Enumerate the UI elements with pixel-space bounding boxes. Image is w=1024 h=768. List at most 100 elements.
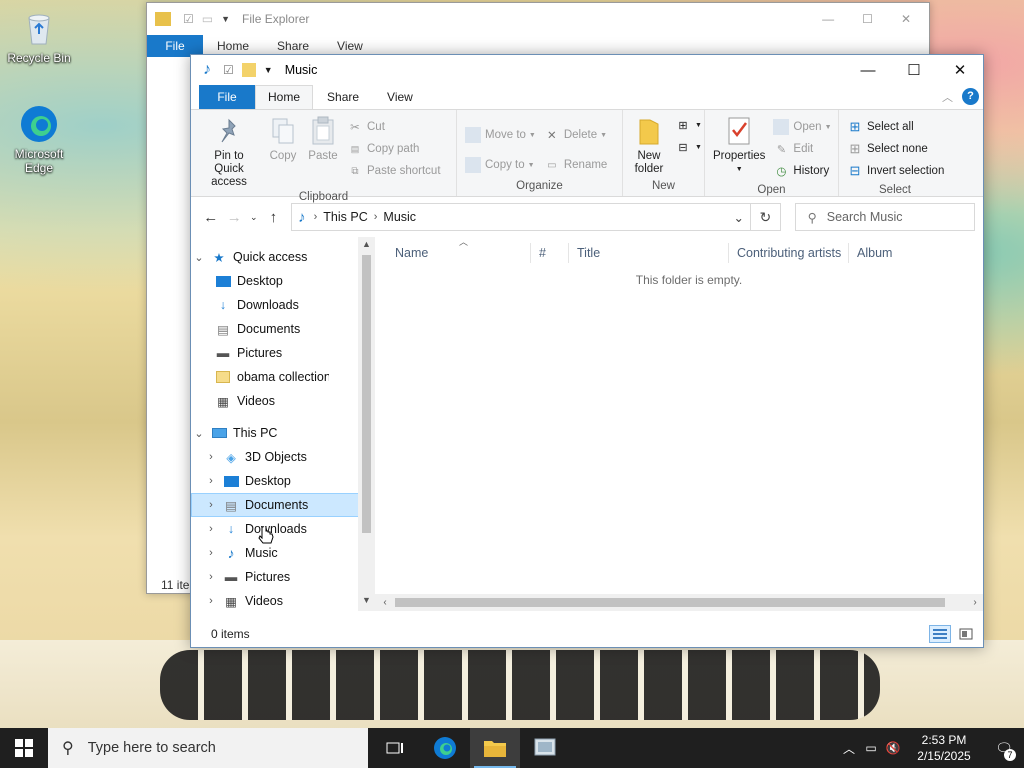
breadcrumb-this-pc[interactable]: This PC: [323, 210, 367, 224]
paste-shortcut-button[interactable]: ⧉ Paste shortcut: [343, 160, 445, 182]
nav-pc-videos[interactable]: › ▦ Videos: [191, 589, 374, 611]
chevron-right-icon[interactable]: ›: [203, 451, 219, 463]
nav-quick-access[interactable]: ⌄ ★ Quick access: [191, 245, 374, 269]
details-view-icon[interactable]: [929, 625, 951, 643]
address-dropdown-icon[interactable]: ⌄: [726, 209, 750, 225]
nav-pc-3d-objects[interactable]: › ◈ 3D Objects: [191, 445, 374, 469]
open-button[interactable]: Open ▼: [769, 116, 835, 138]
column-contributing-artists[interactable]: Contributing artists: [729, 243, 849, 263]
column-title[interactable]: Title: [569, 243, 729, 263]
select-all-button[interactable]: ⊞ Select all: [843, 116, 948, 138]
delete-button[interactable]: ✕ Delete ▼: [540, 124, 611, 146]
taskbar-search-input[interactable]: ⚲ Type here to search: [48, 728, 368, 768]
minimize-icon[interactable]: —: [822, 12, 834, 26]
chevron-right-icon[interactable]: ›: [203, 499, 219, 511]
new-item-button[interactable]: ⊞ ▼: [671, 114, 706, 136]
properties-quick-icon[interactable]: ☑: [223, 63, 234, 77]
copy-to-button[interactable]: Copy to ▼: [461, 154, 540, 176]
pin-quick-access-button[interactable]: Pin to Quick access: [195, 114, 263, 189]
new-folder-quick-icon[interactable]: [241, 63, 256, 77]
scroll-right-icon[interactable]: ›: [967, 594, 983, 611]
chevron-right-icon[interactable]: ›: [203, 475, 219, 487]
maximize-icon[interactable]: ☐: [862, 12, 873, 26]
desktop-icon-edge[interactable]: Microsoft Edge: [4, 104, 74, 175]
close-icon[interactable]: ✕: [901, 12, 911, 26]
nav-pc-music[interactable]: › ♪ Music: [191, 541, 374, 565]
customize-qat-icon[interactable]: ▼: [264, 65, 273, 75]
navigation-pane[interactable]: ⌄ ★ Quick access Desktop📌 ↓ Downloads📌 ▤…: [191, 237, 375, 611]
new-folder-button[interactable]: New folder: [627, 114, 671, 178]
taskbar-file-explorer-icon[interactable]: [470, 728, 520, 768]
easy-access-button[interactable]: ⊟ ▼: [671, 136, 706, 158]
taskbar-app-icon[interactable]: [520, 728, 570, 768]
rename-button[interactable]: ▭ Rename: [540, 154, 611, 176]
volume-muted-icon[interactable]: 🔇: [882, 741, 904, 755]
move-to-button[interactable]: Move to ▼: [461, 124, 540, 146]
tab-file[interactable]: File: [199, 85, 255, 109]
copy-button[interactable]: Copy: [263, 114, 303, 189]
explorer-window[interactable]: ♪ ☑ ▼ Music — ☐ ✕ File Home Share View ︿…: [190, 54, 984, 648]
nav-item-desktop[interactable]: Desktop📌: [191, 269, 374, 293]
clock[interactable]: 2:53 PM 2/15/2025: [904, 732, 984, 764]
invert-selection-button[interactable]: ⊟ Invert selection: [843, 160, 948, 182]
chevron-down-icon[interactable]: ⌄: [191, 427, 207, 440]
paste-button[interactable]: Paste: [303, 114, 343, 189]
scroll-down-icon[interactable]: ▼: [358, 595, 374, 611]
maximize-button[interactable]: ☐: [891, 55, 937, 85]
taskbar-edge-icon[interactable]: [420, 728, 470, 768]
scroll-up-icon[interactable]: ▲: [358, 239, 374, 255]
recent-locations-icon[interactable]: ⌄: [246, 212, 262, 223]
task-view-icon[interactable]: [370, 728, 420, 768]
tab-home[interactable]: Home: [255, 85, 314, 109]
tab-share[interactable]: Share: [313, 85, 373, 109]
start-button[interactable]: [0, 728, 48, 768]
scroll-thumb[interactable]: [362, 255, 371, 533]
large-icons-view-icon[interactable]: [955, 625, 977, 643]
scroll-left-icon[interactable]: ‹: [377, 594, 393, 611]
back-arrow-icon[interactable]: ←: [199, 209, 222, 226]
column-number[interactable]: #: [531, 243, 569, 263]
chevron-right-icon[interactable]: ›: [203, 595, 219, 607]
notification-center-icon[interactable]: 🗨 7: [984, 740, 1024, 761]
breadcrumb-music[interactable]: Music: [383, 210, 416, 224]
collapse-ribbon-icon[interactable]: ︿: [942, 89, 953, 105]
help-icon[interactable]: ?: [962, 88, 979, 105]
nav-pc-desktop[interactable]: › Desktop: [191, 469, 374, 493]
desktop-icon-recycle-bin[interactable]: Recycle Bin: [4, 8, 74, 65]
nav-vertical-scrollbar[interactable]: ▲ ▼: [358, 237, 374, 611]
edit-button[interactable]: ✎ Edit: [769, 138, 835, 160]
file-list[interactable]: ︿ Name # Title Contributing artists Albu…: [375, 237, 983, 611]
column-album[interactable]: Album: [849, 243, 949, 263]
chevron-right-icon[interactable]: ›: [203, 571, 219, 583]
network-icon[interactable]: ▭: [860, 741, 882, 755]
chevron-right-icon[interactable]: ›: [203, 523, 219, 535]
chevron-down-icon[interactable]: ⌄: [191, 251, 207, 264]
chevron-right-icon[interactable]: ›: [203, 547, 219, 559]
minimize-button[interactable]: —: [845, 55, 891, 85]
nav-item-obama-collection[interactable]: obama collection📌: [191, 365, 374, 389]
nav-this-pc[interactable]: ⌄ This PC: [191, 421, 374, 445]
close-button[interactable]: ✕: [937, 55, 983, 85]
refresh-icon[interactable]: ↻: [751, 203, 781, 231]
scroll-thumb[interactable]: [395, 598, 945, 607]
up-arrow-icon[interactable]: ↑: [262, 209, 285, 226]
address-bar[interactable]: ♪ › This PC › Music ⌄: [291, 203, 752, 231]
chevron-up-icon[interactable]: ︿: [838, 740, 860, 757]
nav-item-documents[interactable]: ▤ Documents📌: [191, 317, 374, 341]
nav-pc-downloads[interactable]: › ↓ Downloads: [191, 517, 374, 541]
cut-button[interactable]: ✂ Cut: [343, 116, 445, 138]
search-input[interactable]: ⚲ Search Music: [794, 203, 975, 231]
nav-item-pictures[interactable]: ▬ Pictures📌: [191, 341, 374, 365]
forward-arrow-icon[interactable]: →: [222, 209, 245, 226]
column-name[interactable]: Name: [375, 243, 531, 263]
history-button[interactable]: ◷ History: [769, 160, 835, 182]
nav-pc-documents[interactable]: › ▤ Documents: [191, 493, 374, 517]
horizontal-scrollbar[interactable]: ‹ ›: [375, 594, 983, 611]
nav-item-videos[interactable]: ▦ Videos: [191, 389, 374, 413]
nav-item-downloads[interactable]: ↓ Downloads📌: [191, 293, 374, 317]
properties-button[interactable]: Properties ▼: [709, 114, 769, 182]
nav-pc-pictures[interactable]: › ▬ Pictures: [191, 565, 374, 589]
tab-view[interactable]: View: [373, 85, 427, 109]
copy-path-button[interactable]: ▤ Copy path: [343, 138, 445, 160]
select-none-button[interactable]: ⊞ Select none: [843, 138, 948, 160]
